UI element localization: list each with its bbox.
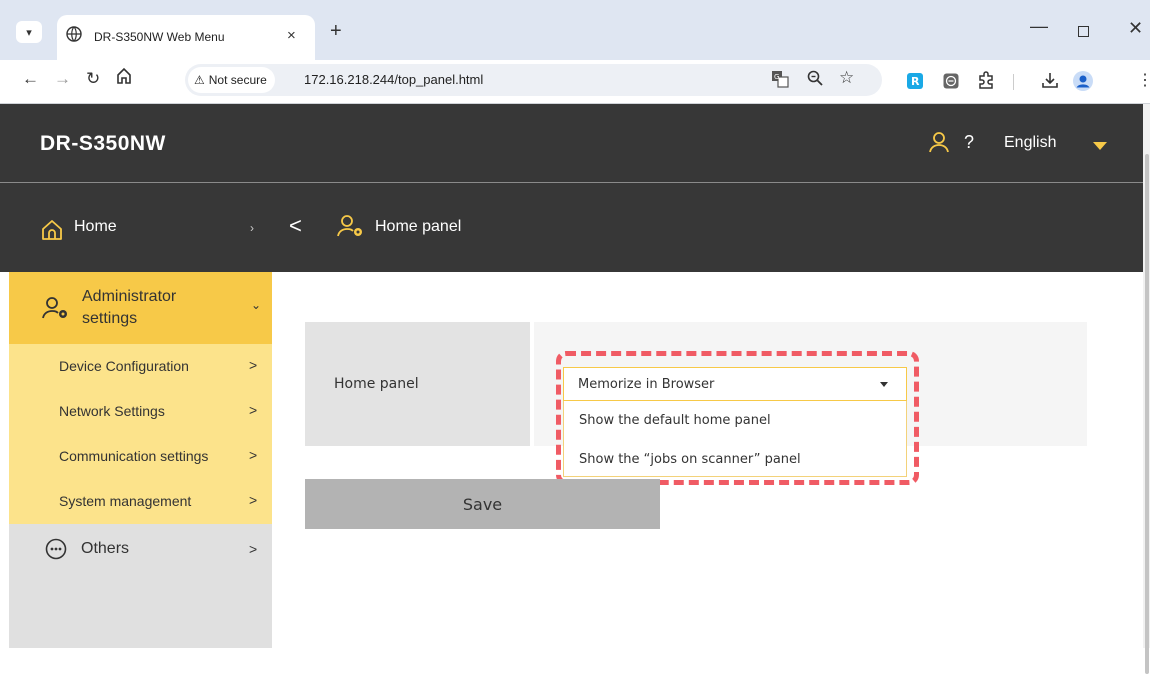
highlight-annotation [556, 351, 919, 485]
sidebar-item-label: Communication settings [59, 448, 209, 464]
download-icon[interactable] [1041, 71, 1059, 94]
admin-settings-icon [42, 296, 70, 325]
breadcrumb: Home › < Home panel [0, 183, 1143, 272]
sidebar-item-label: System management [59, 493, 192, 509]
sidebar-item-communication-settings[interactable]: Communication settings > [9, 434, 272, 479]
browser-menu-icon[interactable]: ⋮ [1137, 70, 1150, 90]
bookmark-star-icon[interactable]: ☆ [839, 68, 854, 88]
page-scrollbar[interactable] [1143, 104, 1150, 674]
extension-chat-icon[interactable] [943, 73, 959, 94]
chevron-down-icon: ⌄ [251, 298, 262, 312]
sidebar-item-system-management[interactable]: System management > [9, 479, 272, 524]
security-chip[interactable]: ⚠ Not secure [188, 67, 275, 93]
home-icon[interactable] [116, 67, 132, 90]
globe-icon [66, 26, 82, 47]
user-icon[interactable] [929, 131, 949, 158]
save-button[interactable]: Save [305, 479, 660, 529]
chevron-right-icon: > [249, 447, 258, 463]
sidebar-item-others[interactable]: Others > [9, 524, 272, 574]
sidebar-item-network-settings[interactable]: Network Settings > [9, 389, 272, 434]
url-text: 172.16.218.244/top_panel.html [304, 72, 484, 87]
reload-icon[interactable]: ↻ [86, 69, 100, 89]
address-bar[interactable]: ⚠ Not secure 172.16.218.244/top_panel.ht… [185, 64, 882, 96]
breadcrumb-home[interactable]: Home [74, 218, 117, 236]
browser-tabstrip: ▾ DR-S350NW Web Menu × + — ✕ [0, 0, 1150, 60]
svg-text:G: G [774, 73, 779, 81]
extensions-puzzle-icon[interactable] [977, 71, 995, 94]
minimize-icon[interactable]: — [1030, 16, 1048, 37]
scrollbar-thumb[interactable] [1145, 154, 1149, 674]
chevron-right-icon: > [249, 402, 258, 418]
more-options-icon [45, 538, 67, 565]
maximize-icon[interactable] [1078, 26, 1089, 37]
chevron-right-icon: > [249, 492, 258, 508]
security-label: Not secure [208, 73, 267, 87]
svg-text:R: R [911, 75, 920, 88]
close-window-icon[interactable]: ✕ [1128, 18, 1143, 39]
zoom-icon[interactable] [807, 70, 823, 89]
browser-tab[interactable]: DR-S350NW Web Menu × [57, 15, 315, 60]
breadcrumb-current: Home panel [375, 218, 462, 235]
sidebar-item-device-configuration[interactable]: Device Configuration > [9, 344, 272, 389]
browser-toolbar: ← → ↻ ⚠ Not secure 172.16.218.244/top_pa… [0, 60, 1150, 104]
warning-icon: ⚠ [194, 73, 205, 87]
home-icon[interactable] [40, 218, 64, 247]
sidebar-item-label: Device Configuration [59, 358, 189, 374]
new-tab-button[interactable]: + [330, 20, 342, 43]
sidebar-others-label: Others [81, 540, 130, 557]
forward-arrow-icon[interactable]: → [54, 69, 71, 89]
form-label-cell: Home panel [305, 322, 530, 446]
sidebar-item-label: Network Settings [59, 403, 165, 419]
language-select[interactable]: English [1004, 134, 1056, 152]
translate-icon[interactable]: G [771, 70, 789, 91]
sidebar-submenu: Device Configuration > Network Settings … [9, 344, 272, 524]
breadcrumb-separator: › [250, 221, 254, 235]
tab-search-button[interactable]: ▾ [16, 21, 42, 43]
app-header: DR-S350NW ? English [0, 104, 1143, 182]
sidebar-admin-label: Administrator settings [82, 288, 177, 327]
toolbar-divider [1013, 74, 1014, 90]
back-button[interactable]: < [289, 213, 302, 239]
sidebar-item-administrator-settings[interactable]: Administrator settings ⌄ [9, 272, 272, 344]
extension-r-icon[interactable]: R [907, 73, 923, 94]
tab-close-icon[interactable]: × [287, 27, 296, 44]
admin-settings-icon [337, 214, 365, 243]
back-arrow-icon[interactable]: ← [22, 69, 39, 89]
profile-avatar-icon[interactable] [1073, 71, 1093, 96]
help-icon[interactable]: ? [964, 132, 974, 153]
chevron-right-icon: > [249, 357, 258, 373]
chevron-right-icon: > [249, 541, 258, 557]
tab-title: DR-S350NW Web Menu [94, 30, 225, 44]
sidebar: Administrator settings ⌄ Device Configur… [9, 272, 272, 648]
language-caret-icon[interactable] [1093, 142, 1107, 150]
home-panel-label: Home panel [334, 376, 419, 392]
brand-title: DR-S350NW [40, 132, 166, 155]
